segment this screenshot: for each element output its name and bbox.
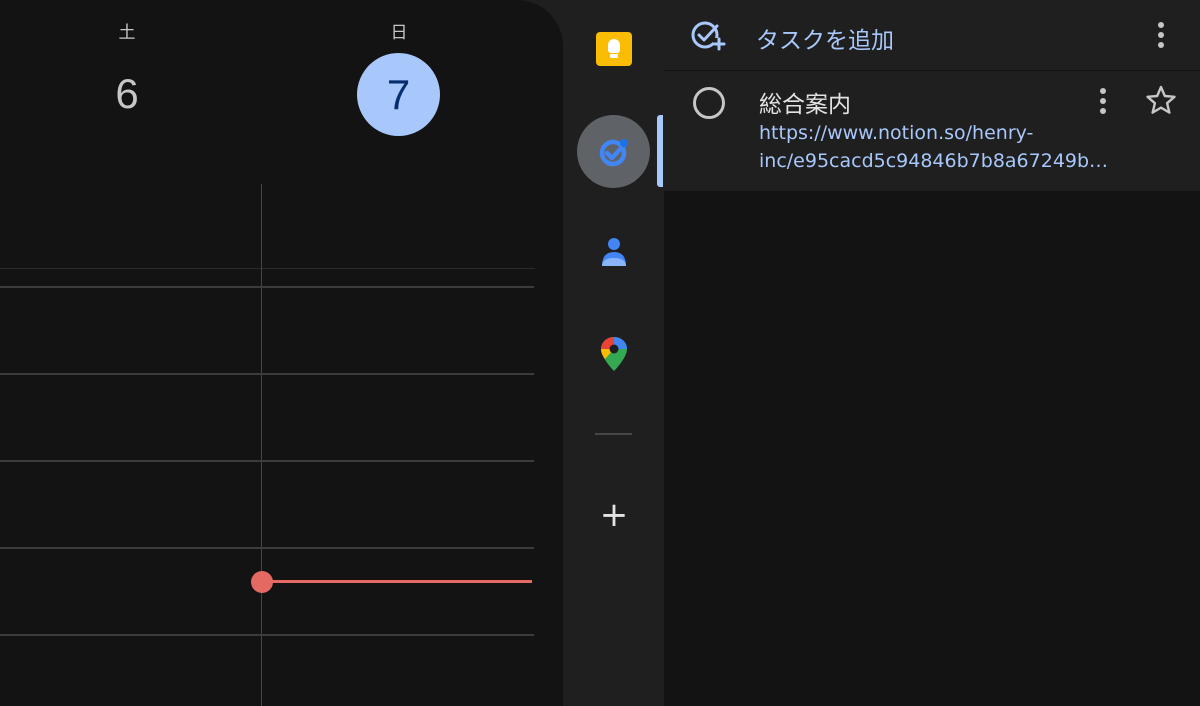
contacts-icon[interactable] [600, 236, 628, 268]
day-of-week-label: 土 [118, 23, 136, 43]
tasks-header: タスクを追加 [664, 0, 1200, 70]
all-day-separator [0, 268, 535, 269]
plus-icon[interactable]: + [599, 498, 629, 532]
calendar-week-view: 土 6 日 7 [0, 0, 563, 706]
task-title[interactable]: 総合案内 [759, 85, 851, 119]
task-complete-checkbox[interactable] [693, 87, 725, 119]
tasks-app-button[interactable] [577, 115, 650, 188]
hour-gridline [0, 286, 534, 288]
add-task-icon[interactable] [690, 18, 726, 52]
active-app-indicator [657, 115, 663, 187]
rail-divider [595, 433, 632, 435]
day-column-divider [261, 184, 262, 706]
tasks-icon [599, 138, 628, 166]
more-vert-icon[interactable] [1150, 18, 1172, 52]
lightbulb-base [610, 54, 618, 58]
current-time-dot [251, 571, 273, 593]
hour-gridline [0, 460, 534, 462]
day-of-week-label: 日 [390, 23, 408, 43]
task-details-link[interactable]: https://www.notion.so/henry- inc/e95cacd… [759, 119, 1139, 175]
task-more-vert-icon[interactable] [1092, 86, 1114, 116]
add-task-button[interactable]: タスクを追加 [756, 21, 894, 55]
task-link-line: https://www.notion.so/henry- [759, 122, 1034, 144]
hour-gridline [0, 634, 534, 636]
today-date-badge[interactable]: 7 [357, 53, 440, 136]
current-time-line [262, 580, 532, 583]
star-icon[interactable] [1145, 84, 1177, 116]
task-link-line: inc/e95cacd5c94846b7b8a67249b… [759, 150, 1109, 172]
keep-icon[interactable] [596, 32, 632, 66]
date-number[interactable]: 6 [57, 66, 197, 122]
hour-gridline [0, 547, 534, 549]
lightbulb-shape [608, 39, 620, 53]
maps-icon[interactable] [600, 336, 628, 372]
hour-gridline [0, 373, 534, 375]
side-app-rail: + [563, 0, 664, 706]
tasks-panel: タスクを追加 総合案内 https://www.notion.so/henry-… [664, 0, 1200, 706]
